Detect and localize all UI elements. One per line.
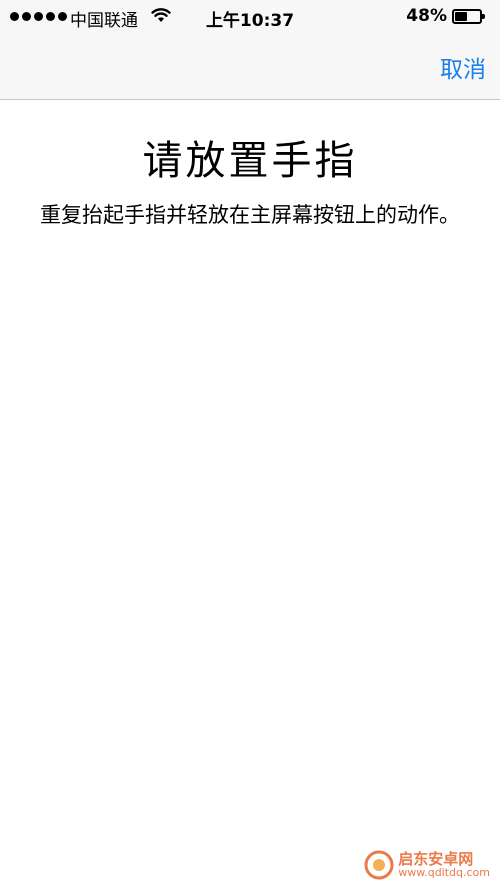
watermark: 启东安卓网 www.qdltdq.com xyxy=(364,850,490,880)
cancel-button[interactable]: 取消 xyxy=(440,50,486,84)
navigation-bar: 中国联通 上午10:37 48% 取消 xyxy=(0,0,500,100)
status-bar: 中国联通 上午10:37 48% xyxy=(0,0,500,34)
battery-icon xyxy=(452,9,485,24)
watermark-url: www.qdltdq.com xyxy=(398,866,490,880)
instruction-text: 重复抬起手指并轻放在主屏幕按钮上的动作。 xyxy=(40,203,460,227)
watermark-name: 启东安卓网 xyxy=(398,849,474,868)
page-title: 请放置手指 xyxy=(142,138,358,184)
battery-percent: 48% xyxy=(406,6,447,26)
watermark-logo-icon xyxy=(364,850,394,880)
